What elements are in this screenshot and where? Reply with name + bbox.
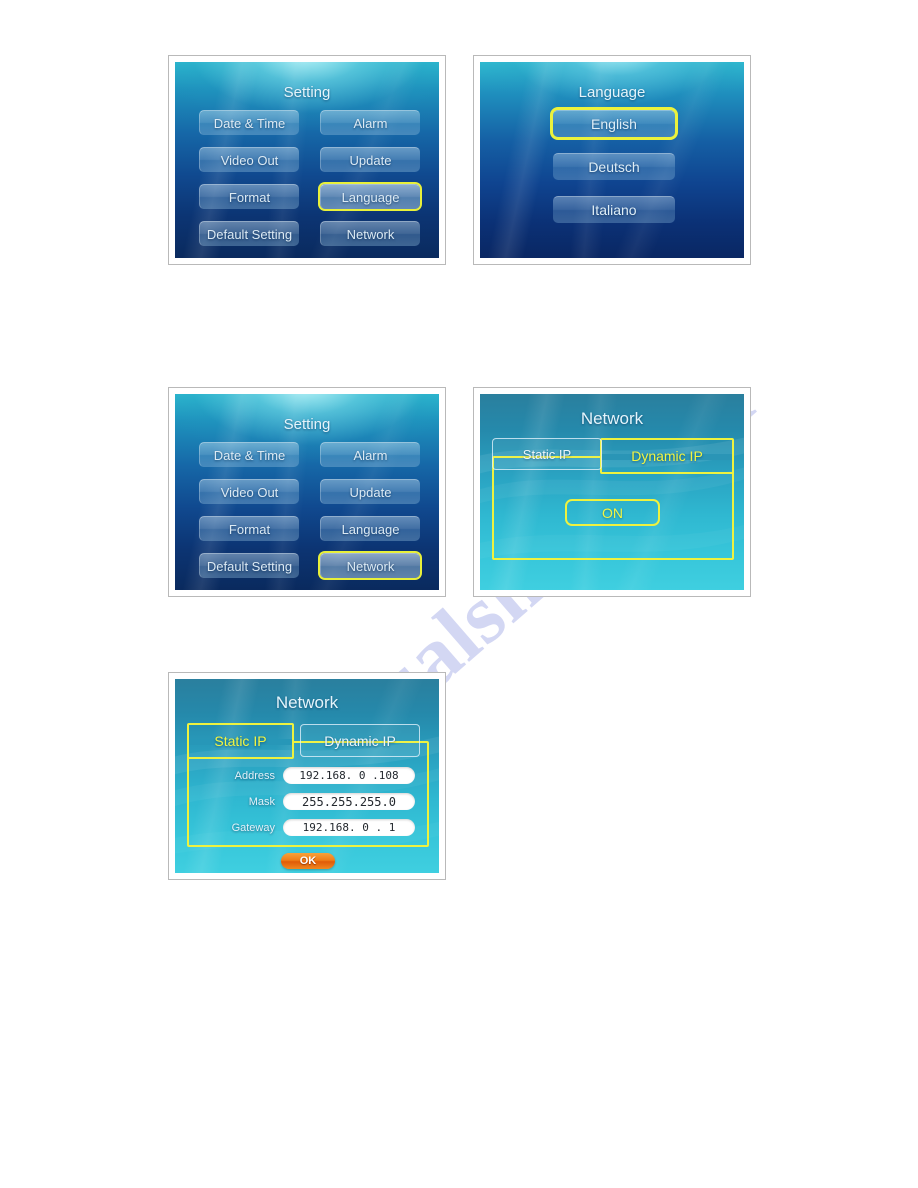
menu-item-label: Network: [346, 558, 395, 574]
menu-item-video-out[interactable]: Video Out: [199, 147, 299, 172]
document-page: manualshive.com Setting Date & Time Alar…: [0, 0, 918, 1188]
menu-item-language[interactable]: Language: [320, 184, 420, 209]
menu-item-format[interactable]: Format: [199, 184, 299, 209]
field-label-mask: Mask: [248, 796, 275, 808]
field-value-address[interactable]: 192.168. 0 .108: [283, 767, 415, 784]
menu-item-alarm[interactable]: Alarm: [320, 442, 420, 467]
menu-item-label: Default Setting: [206, 226, 293, 242]
panel-network-dynamic: Network Static IP Dynamic IP ON: [473, 387, 751, 597]
field-value-gateway[interactable]: 192.168. 0 . 1: [283, 819, 415, 836]
dhcp-toggle-label: ON: [602, 504, 623, 521]
panel-language: Language English Deutsch Italiano: [473, 55, 751, 265]
menu-item-date-time[interactable]: Date & Time: [199, 442, 299, 467]
tab-label: Dynamic IP: [324, 732, 396, 749]
menu-item-label: Language: [341, 521, 400, 537]
menu-item-label: Alarm: [353, 115, 388, 131]
screen-setting-language: Setting Date & Time Alarm Video Out Upda…: [175, 62, 439, 258]
ok-button-label: OK: [299, 855, 317, 867]
panel-setting-language: Setting Date & Time Alarm Video Out Upda…: [168, 55, 446, 265]
language-option-english[interactable]: English: [553, 110, 675, 137]
menu-item-label: Default Setting: [206, 558, 293, 574]
field-value-mask[interactable]: 255.255.255.0: [283, 793, 415, 810]
menu-item-format[interactable]: Format: [199, 516, 299, 541]
menu-item-language[interactable]: Language: [320, 516, 420, 541]
menu-item-label: Language: [341, 189, 400, 205]
language-option-label: English: [591, 116, 637, 132]
screen-network-dynamic: Network Static IP Dynamic IP ON: [480, 394, 744, 590]
screen-title: Language: [578, 84, 646, 101]
menu-item-label: Date & Time: [213, 447, 286, 463]
tab-dynamic-ip[interactable]: Dynamic IP: [300, 724, 420, 757]
tab-static-ip[interactable]: Static IP: [187, 723, 294, 759]
menu-item-label: Network: [346, 226, 395, 242]
screen-title: Setting: [283, 416, 331, 433]
language-option-label: Deutsch: [588, 159, 640, 175]
menu-item-date-time[interactable]: Date & Time: [199, 110, 299, 135]
screen-network-static: Network Static IP Dynamic IP Address 192…: [175, 679, 439, 873]
field-label-gateway: Gateway: [231, 822, 275, 834]
menu-item-update[interactable]: Update: [320, 147, 420, 172]
tab-label: Static IP: [522, 446, 572, 462]
menu-item-label: Update: [349, 152, 392, 168]
screen-title: Network: [275, 693, 339, 712]
ok-button[interactable]: OK: [281, 853, 335, 869]
screen-title: Setting: [283, 84, 331, 101]
menu-item-update[interactable]: Update: [320, 479, 420, 504]
menu-item-label: Format: [228, 189, 271, 205]
language-option-italiano[interactable]: Italiano: [553, 196, 675, 223]
menu-item-network[interactable]: Network: [320, 553, 420, 578]
dhcp-toggle-button[interactable]: ON: [565, 499, 660, 526]
menu-item-label: Video Out: [220, 484, 279, 500]
menu-item-label: Update: [349, 484, 392, 500]
language-option-deutsch[interactable]: Deutsch: [553, 153, 675, 180]
menu-item-alarm[interactable]: Alarm: [320, 110, 420, 135]
screen-title: Network: [580, 409, 644, 428]
menu-item-label: Format: [228, 521, 271, 537]
tab-label: Static IP: [214, 733, 267, 749]
screen-language: Language English Deutsch Italiano: [480, 62, 744, 258]
language-option-label: Italiano: [591, 202, 637, 218]
menu-item-label: Alarm: [353, 447, 388, 463]
menu-item-video-out[interactable]: Video Out: [199, 479, 299, 504]
tab-label: Dynamic IP: [631, 448, 703, 464]
menu-item-default-setting[interactable]: Default Setting: [199, 221, 299, 246]
screen-setting-network: Setting Date & Time Alarm Video Out Upda…: [175, 394, 439, 590]
tab-dynamic-ip[interactable]: Dynamic IP: [600, 438, 734, 474]
tab-static-ip[interactable]: Static IP: [492, 438, 602, 470]
panel-network-static: Network Static IP Dynamic IP Address 192…: [168, 672, 446, 880]
panel-setting-network: Setting Date & Time Alarm Video Out Upda…: [168, 387, 446, 597]
menu-item-network[interactable]: Network: [320, 221, 420, 246]
menu-item-label: Video Out: [220, 152, 279, 168]
field-label-address: Address: [234, 770, 275, 782]
menu-item-default-setting[interactable]: Default Setting: [199, 553, 299, 578]
menu-item-label: Date & Time: [213, 115, 286, 131]
